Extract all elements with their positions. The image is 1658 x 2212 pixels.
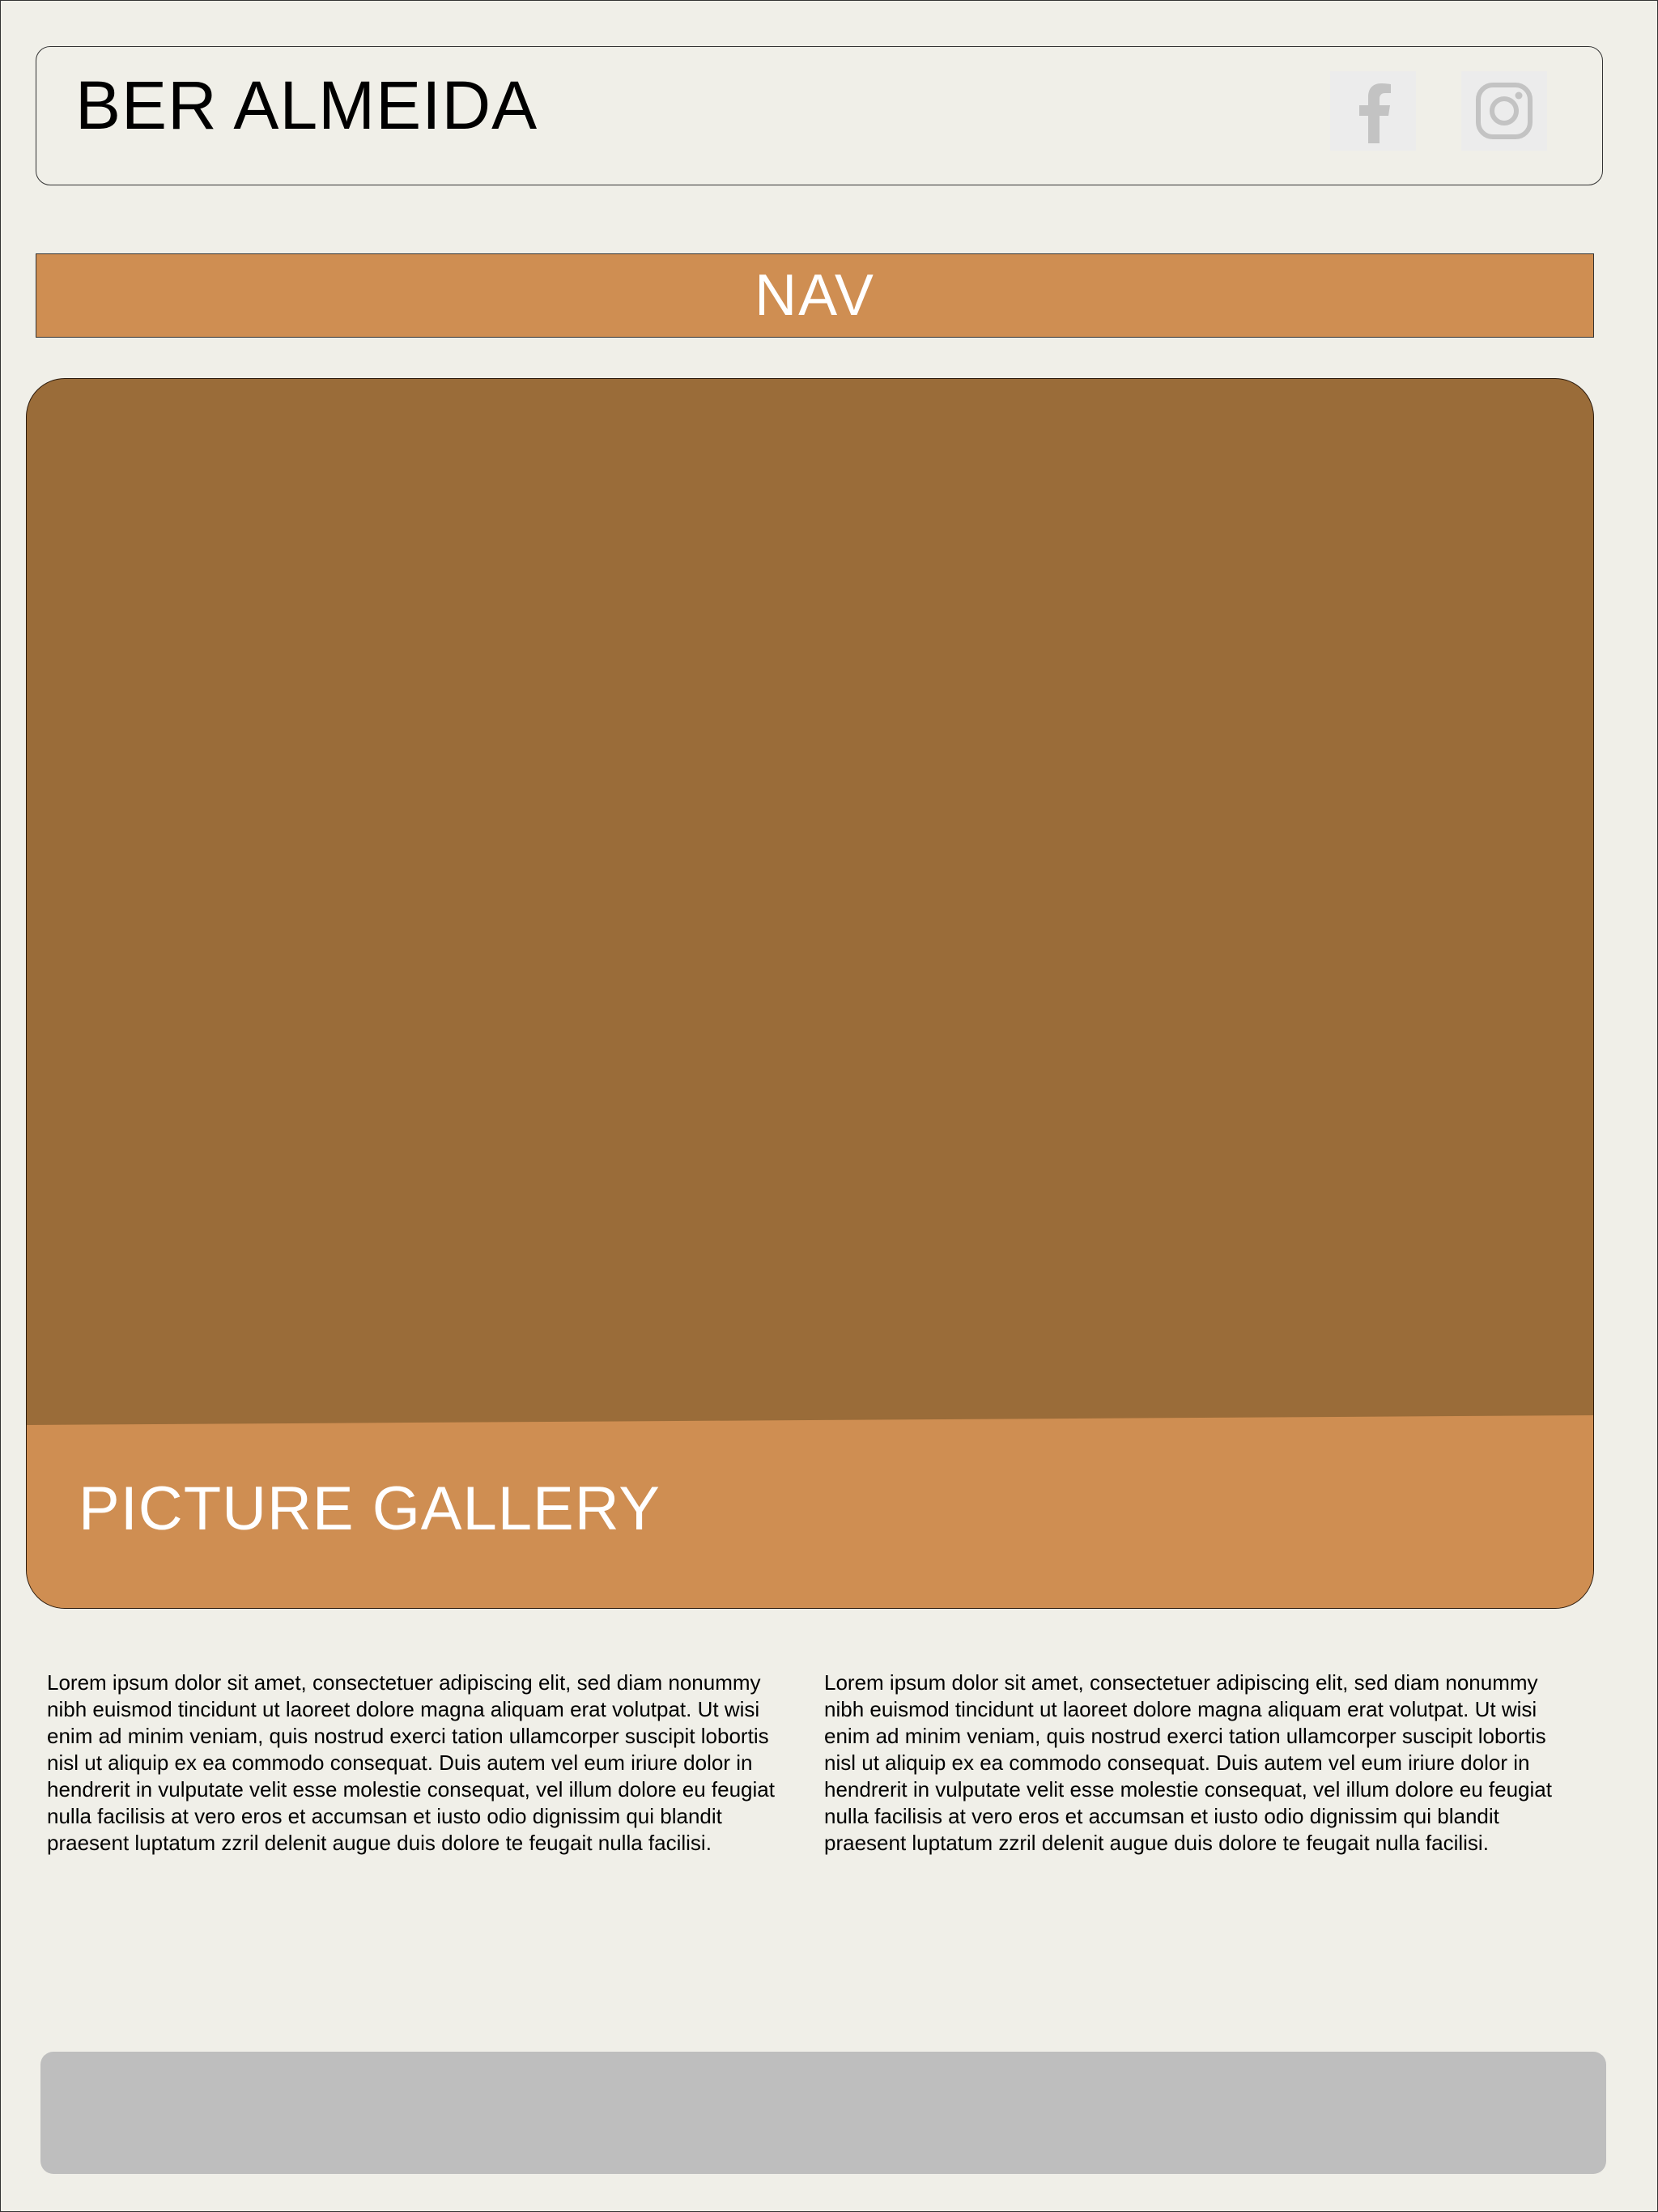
- text-column-right: Lorem ipsum dolor sit amet, consectetuer…: [824, 1670, 1552, 1855]
- nav-label: NAV: [755, 263, 875, 328]
- picture-gallery[interactable]: PICTURE GALLERY: [26, 378, 1594, 1609]
- site-footer: [40, 2052, 1606, 2174]
- facebook-icon: [1359, 83, 1391, 143]
- site-title: BER ALMEIDA: [75, 67, 538, 143]
- main-nav[interactable]: NAV: [36, 253, 1594, 338]
- instagram-icon: [1476, 83, 1533, 139]
- site-header: BER ALMEIDA: [36, 46, 1603, 185]
- gallery-title: PICTURE GALLERY: [79, 1474, 661, 1543]
- instagram-link[interactable]: [1461, 71, 1547, 151]
- facebook-link[interactable]: [1330, 71, 1416, 151]
- text-column-left: Lorem ipsum dolor sit amet, consectetuer…: [47, 1670, 775, 1855]
